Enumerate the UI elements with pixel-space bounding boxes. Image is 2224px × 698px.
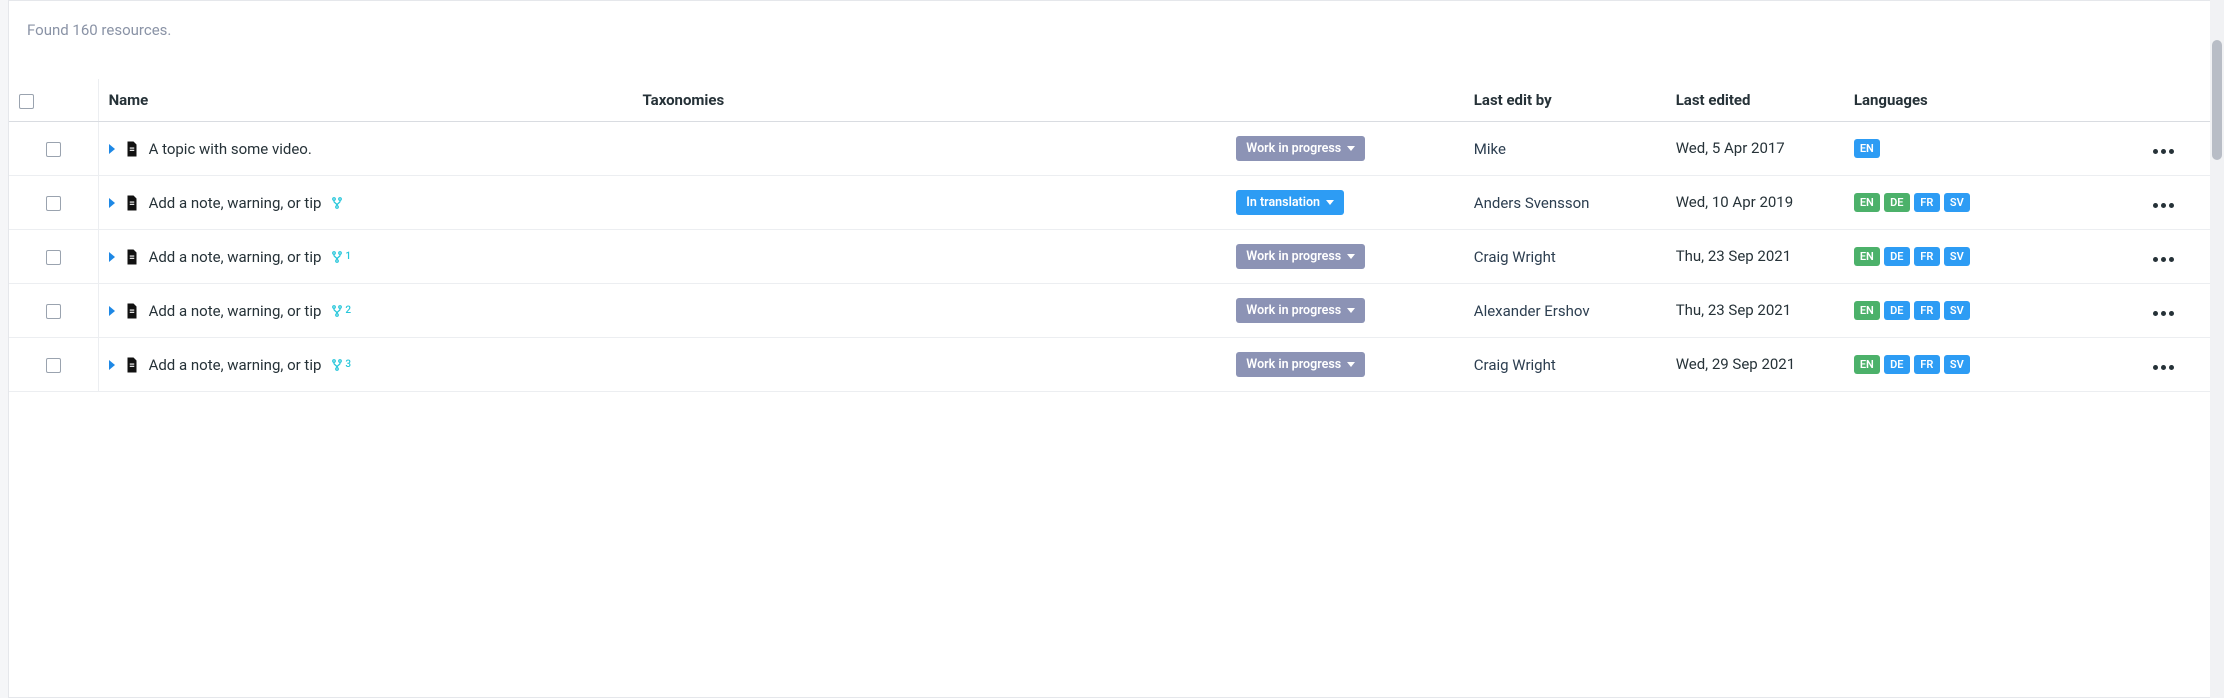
lang-badge-sv[interactable]: SV — [1944, 301, 1970, 320]
taxonomies-cell — [632, 338, 1226, 392]
document-icon — [123, 356, 141, 374]
table-row: A topic with some video. Work in progress… — [9, 122, 2215, 176]
last-edited-date: Wed, 5 Apr 2017 — [1666, 122, 1844, 176]
chevron-down-icon — [1326, 200, 1334, 205]
expand-caret-icon[interactable] — [109, 252, 115, 262]
expand-caret-icon[interactable] — [109, 144, 115, 154]
language-badges: EN — [1854, 139, 2101, 158]
expand-caret-icon[interactable] — [109, 306, 115, 316]
status-dropdown[interactable]: Work in progress — [1236, 244, 1365, 269]
last-edited-date: Wed, 10 Apr 2019 — [1666, 176, 1844, 230]
lang-badge-en[interactable]: EN — [1854, 139, 1880, 158]
lang-badge-fr[interactable]: FR — [1914, 247, 1940, 266]
last-edit-by: Alexander Ershov — [1464, 284, 1666, 338]
header-taxonomies: Taxonomies — [632, 79, 1226, 122]
last-edit-by: Anders Svensson — [1464, 176, 1666, 230]
resource-name[interactable]: Add a note, warning, or tip — [149, 302, 322, 320]
status-label: In translation — [1246, 195, 1320, 210]
language-badges: ENDEFRSV — [1854, 247, 2101, 266]
status-label: Work in progress — [1246, 303, 1341, 318]
document-icon — [123, 248, 141, 266]
table-row: Add a note, warning, or tip 2 Work in prog… — [9, 284, 2215, 338]
lang-badge-en[interactable]: EN — [1854, 193, 1880, 212]
last-edit-by: Mike — [1464, 122, 1666, 176]
select-all-checkbox[interactable] — [19, 94, 34, 109]
status-dropdown[interactable]: Work in progress — [1236, 352, 1365, 377]
more-actions-icon[interactable] — [2149, 145, 2178, 158]
table-row: Add a note, warning, or tip In translatio… — [9, 176, 2215, 230]
chevron-down-icon — [1347, 308, 1355, 313]
status-label: Work in progress — [1246, 249, 1341, 264]
resource-name[interactable]: Add a note, warning, or tip — [149, 248, 322, 266]
expand-caret-icon[interactable] — [109, 360, 115, 370]
expand-caret-icon[interactable] — [109, 198, 115, 208]
vertical-scrollbar[interactable] — [2210, 0, 2224, 698]
resource-name[interactable]: Add a note, warning, or tip — [149, 194, 322, 212]
scrollbar-thumb[interactable] — [2212, 40, 2222, 160]
lang-badge-de[interactable]: DE — [1884, 355, 1910, 374]
document-icon — [123, 140, 141, 158]
lang-badge-sv[interactable]: SV — [1944, 193, 1970, 212]
more-actions-icon[interactable] — [2149, 199, 2178, 212]
lang-badge-fr[interactable]: FR — [1914, 193, 1940, 212]
header-actions — [2111, 79, 2215, 122]
more-actions-icon[interactable] — [2149, 307, 2178, 320]
last-edited-date: Wed, 29 Sep 2021 — [1666, 338, 1844, 392]
header-languages: Languages — [1844, 79, 2111, 122]
lang-badge-fr[interactable]: FR — [1914, 301, 1940, 320]
lang-badge-sv[interactable]: SV — [1944, 355, 1970, 374]
header-last-edited: Last edited — [1666, 79, 1844, 122]
fork-icon: 1 — [331, 250, 351, 264]
chevron-down-icon — [1347, 146, 1355, 151]
fork-icon — [331, 196, 343, 210]
lang-badge-en[interactable]: EN — [1854, 247, 1880, 266]
more-actions-icon[interactable] — [2149, 361, 2178, 374]
document-icon — [123, 302, 141, 320]
lang-badge-en[interactable]: EN — [1854, 355, 1880, 374]
header-select-all — [9, 79, 98, 122]
status-dropdown[interactable]: In translation — [1236, 190, 1344, 215]
status-dropdown[interactable]: Work in progress — [1236, 136, 1365, 161]
fork-icon: 3 — [331, 358, 351, 372]
taxonomies-cell — [632, 230, 1226, 284]
row-checkbox[interactable] — [46, 358, 61, 373]
lang-badge-en[interactable]: EN — [1854, 301, 1880, 320]
table-row: Add a note, warning, or tip 1 Work in prog… — [9, 230, 2215, 284]
row-checkbox[interactable] — [46, 250, 61, 265]
status-label: Work in progress — [1246, 357, 1341, 372]
language-badges: ENDEFRSV — [1854, 193, 2101, 212]
more-actions-icon[interactable] — [2149, 253, 2178, 266]
language-badges: ENDEFRSV — [1854, 301, 2101, 320]
results-summary: Found 160 resources. — [9, 1, 2215, 79]
lang-badge-sv[interactable]: SV — [1944, 247, 1970, 266]
document-icon — [123, 194, 141, 212]
last-edit-by: Craig Wright — [1464, 338, 1666, 392]
last-edited-date: Thu, 23 Sep 2021 — [1666, 230, 1844, 284]
taxonomies-cell — [632, 176, 1226, 230]
lang-badge-de[interactable]: DE — [1884, 193, 1910, 212]
last-edited-date: Thu, 23 Sep 2021 — [1666, 284, 1844, 338]
chevron-down-icon — [1347, 254, 1355, 259]
language-badges: ENDEFRSV — [1854, 355, 2101, 374]
table-row: Add a note, warning, or tip 3 Work in prog… — [9, 338, 2215, 392]
row-checkbox[interactable] — [46, 142, 61, 157]
status-label: Work in progress — [1246, 141, 1341, 156]
fork-icon: 2 — [331, 304, 351, 318]
taxonomies-cell — [632, 284, 1226, 338]
row-checkbox[interactable] — [46, 196, 61, 211]
resources-table: Name Taxonomies Last edit by Last edited… — [9, 79, 2215, 392]
lang-badge-de[interactable]: DE — [1884, 301, 1910, 320]
lang-badge-de[interactable]: DE — [1884, 247, 1910, 266]
lang-badge-fr[interactable]: FR — [1914, 355, 1940, 374]
last-edit-by: Craig Wright — [1464, 230, 1666, 284]
header-last-edit-by: Last edit by — [1464, 79, 1666, 122]
header-status — [1226, 79, 1464, 122]
header-name: Name — [98, 79, 632, 122]
chevron-down-icon — [1347, 362, 1355, 367]
resource-name[interactable]: Add a note, warning, or tip — [149, 356, 322, 374]
row-checkbox[interactable] — [46, 304, 61, 319]
taxonomies-cell — [632, 122, 1226, 176]
resource-name[interactable]: A topic with some video. — [149, 140, 312, 158]
status-dropdown[interactable]: Work in progress — [1236, 298, 1365, 323]
